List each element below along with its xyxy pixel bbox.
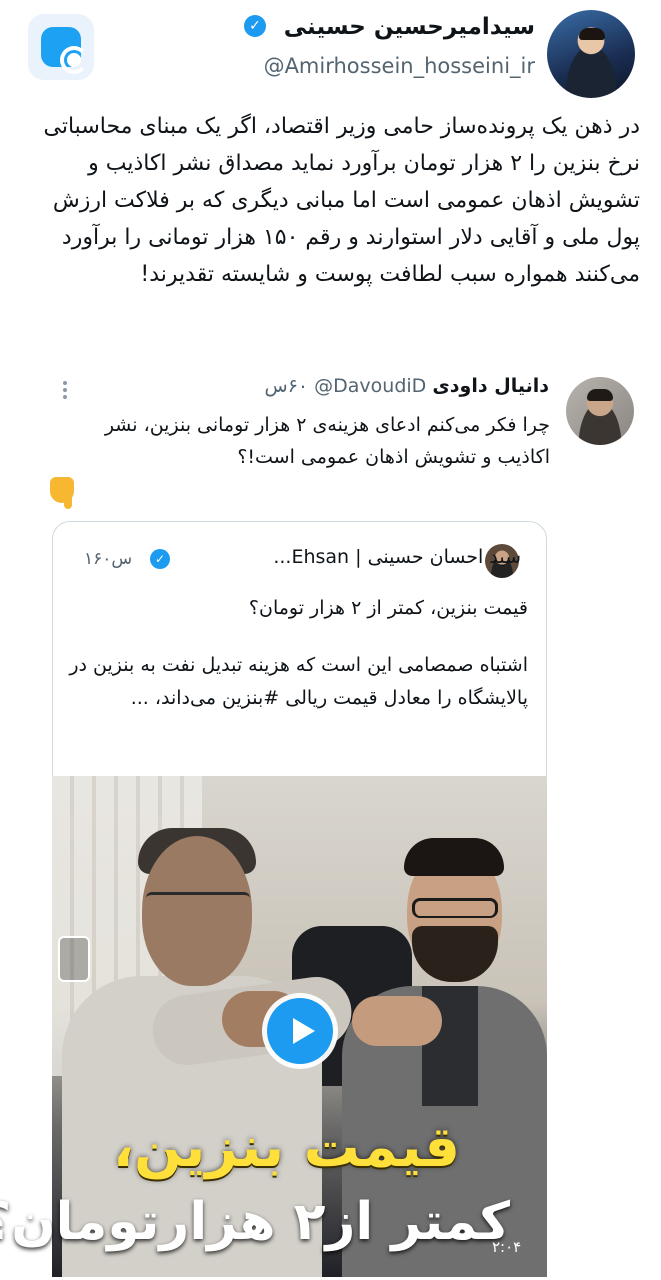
video-caption-line2: کمتر از۲ هزارتومان؟ (0, 1192, 510, 1252)
more-options-icon[interactable] (60, 378, 70, 404)
pointing-down-icon (50, 477, 82, 509)
main-author-avatar[interactable] (547, 10, 635, 98)
play-button-icon[interactable] (262, 993, 338, 1069)
quoted-tweet-time: ۶۰س (264, 375, 309, 397)
quoted-tweet-text: چرا فکر می‌کنم ادعای هزینه‌ی ۲ هزار توما… (104, 414, 550, 468)
nested-tweet-paragraph: اشتباه صمصامی این است که هزینه تبدیل نفت… (69, 654, 528, 709)
quoted-author-handle[interactable]: @DavoudiD (314, 375, 426, 397)
nested-tweet-paragraph: قیمت بنزین، کمتر از ۲ هزار تومان؟ (248, 597, 528, 619)
quoted-author-avatar[interactable] (566, 377, 634, 445)
nested-author-name[interactable]: سید احسان حسینی | Ehsan... (273, 546, 521, 568)
channel-logo-icon (58, 936, 90, 982)
main-author-name[interactable]: سیدامیرحسین حسینی (284, 14, 535, 40)
main-tweet-text: در ذهن یک پرونده‌ساز حامی وزیر اقتصاد، ا… (43, 114, 640, 287)
video-duration: ۲:۰۴ (492, 1238, 522, 1256)
app-logo-mark (41, 27, 88, 74)
app-logo (28, 14, 94, 80)
verified-badge-icon: ✓ (150, 549, 170, 569)
nested-tweet-time: ۱۶۰س (84, 549, 133, 569)
quoted-author-name[interactable]: دانیال داودی (432, 375, 549, 397)
verified-badge-icon: ✓ (244, 15, 266, 37)
video-caption-line1: قیمت بنزین، (112, 1115, 460, 1180)
quoted-tweet-header: دانیال داودی @DavoudiD ۶۰س (264, 375, 549, 397)
main-author-handle[interactable]: @Amirhossein_hosseini_ir (264, 54, 535, 78)
nested-tweet-text: قیمت بنزین، کمتر از ۲ هزار تومان؟ اشتباه… (68, 592, 528, 739)
